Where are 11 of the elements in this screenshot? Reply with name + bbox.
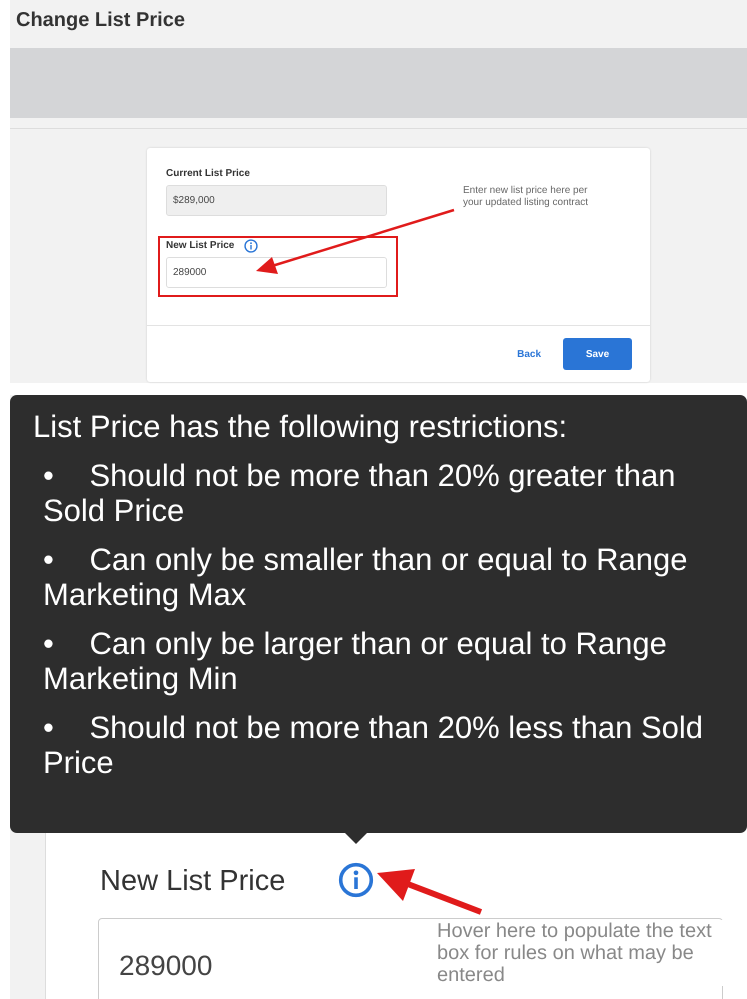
tooltip-heading: List Price has the following restrictions: xyxy=(33,409,568,444)
field-label: New List Price xyxy=(100,864,286,899)
tooltip-item: • Should not be more than 20% greater than Sold Price xyxy=(43,458,676,528)
tooltip-item: • Should not be more than 20% less than Sold Price xyxy=(43,710,704,780)
tooltip-item: • Can only be larger than or equal to Range Marketing Min xyxy=(43,626,668,696)
annotation-text: Enter new list price here per your updated listing contract xyxy=(463,185,590,209)
readonly-field: $289,000 xyxy=(166,185,387,216)
field-label: Current List Price xyxy=(166,167,250,181)
page-title: Change List Price xyxy=(15,8,186,33)
field-label: New List Price xyxy=(166,239,234,253)
tooltip-item: • Can only be smaller than or equal to Range Marketing Max xyxy=(43,542,688,612)
